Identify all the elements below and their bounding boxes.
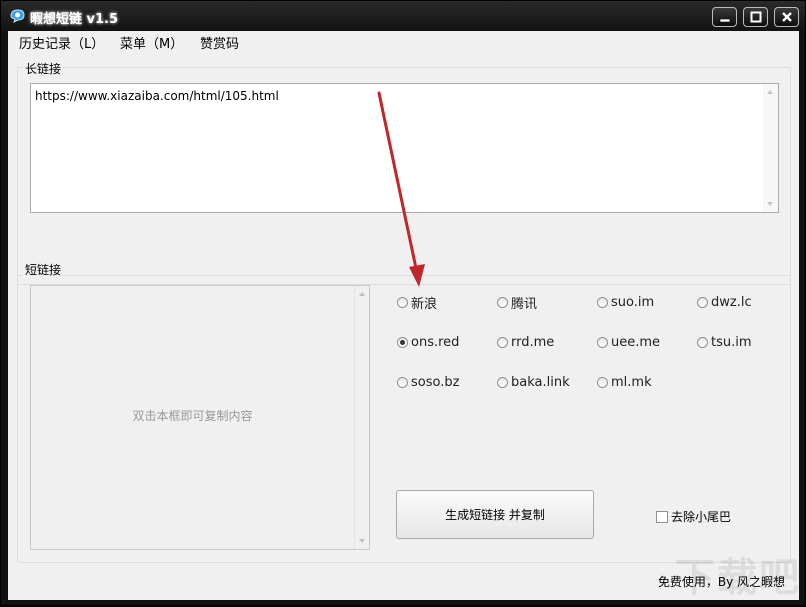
menu-donate[interactable]: 赞赏码 (200, 33, 239, 52)
menu-main[interactable]: 菜单（M） (120, 33, 183, 52)
radio-icon (497, 336, 508, 348)
scroll-up-icon[interactable] (359, 292, 365, 296)
radio-service-dwz-lc[interactable]: dwz.lc (697, 294, 752, 310)
checkbox-icon (656, 510, 668, 523)
radio-service-ons-red[interactable]: ons.red (397, 334, 459, 350)
long-link-value: https://www.xiazaiba.com/html/105.html (35, 89, 279, 103)
radio-label: baka.link (511, 374, 570, 390)
radio-service-uee-me[interactable]: uee.me (597, 334, 660, 350)
radio-service-baka-link[interactable]: baka.link (497, 374, 570, 390)
minimize-icon (719, 18, 730, 23)
app-logo-icon (10, 9, 25, 23)
generate-copy-button[interactable]: 生成短链接 并复制 (396, 490, 594, 539)
radio-selected-icon (397, 336, 408, 348)
scroll-up-icon[interactable] (767, 90, 773, 94)
radio-service-suo-im[interactable]: suo.im (597, 294, 654, 310)
maximize-button[interactable] (743, 7, 768, 27)
long-link-input[interactable]: https://www.xiazaiba.com/html/105.html (30, 83, 779, 213)
short-link-output[interactable]: 双击本框即可复制内容 (30, 285, 370, 550)
radio-icon (597, 296, 608, 308)
radio-label: suo.im (611, 294, 655, 310)
radio-icon (497, 376, 508, 388)
radio-service-tencent[interactable]: 腾讯 (497, 294, 538, 312)
title-bar[interactable]: 暇想短链 v1.5 (1, 1, 805, 31)
menu-history[interactable]: 历史记录（L） (19, 33, 104, 52)
radio-service-soso-bz[interactable]: soso.bz (397, 374, 459, 390)
radio-label: soso.bz (411, 374, 460, 390)
radio-label: 腾讯 (511, 296, 538, 312)
minimize-button[interactable] (712, 7, 737, 27)
client-area: 历史记录（L） 菜单（M） 赞赏码 长链接 https://www.xiazai… (8, 31, 799, 600)
radio-label: rrd.me (511, 334, 555, 350)
radio-icon (497, 296, 508, 308)
scroll-down-icon[interactable] (359, 539, 365, 543)
radio-service-rrd-me[interactable]: rrd.me (497, 334, 554, 350)
radio-icon (697, 336, 708, 348)
radio-label: uee.me (611, 334, 661, 350)
radio-icon (397, 376, 408, 388)
scroll-down-icon[interactable] (767, 202, 773, 206)
radio-label: dwz.lc (711, 294, 752, 310)
radio-icon (597, 336, 608, 348)
radio-icon (397, 296, 408, 308)
short-link-hint: 双击本框即可复制内容 (132, 409, 253, 423)
maximize-icon (750, 11, 761, 23)
short-link-label: 短链接 (23, 261, 64, 278)
radio-label: ons.red (411, 334, 460, 350)
watermark: 下载吧 (675, 555, 801, 601)
radio-icon (697, 296, 708, 308)
app-window: 暇想短链 v1.5 历史记录（L） 菜单（M） 赞赏码 长链接 https://… (0, 0, 806, 606)
menu-bar: 历史记录（L） 菜单（M） 赞赏码 (8, 31, 799, 52)
long-link-label: 长链接 (23, 60, 64, 77)
short-link-scrollbar[interactable] (354, 286, 369, 549)
window-title: 暇想短链 v1.5 (30, 12, 119, 27)
close-button[interactable] (774, 7, 799, 27)
remove-tail-label: 去除小尾巴 (671, 510, 732, 524)
close-icon (781, 12, 792, 22)
remove-tail-checkbox[interactable]: 去除小尾巴 (656, 508, 731, 525)
radio-icon (597, 376, 608, 388)
radio-service-sina[interactable]: 新浪 (397, 294, 438, 312)
radio-label: 新浪 (411, 296, 438, 312)
radio-service-tsu-im[interactable]: tsu.im (697, 334, 752, 350)
radio-service-ml-mk[interactable]: ml.mk (597, 374, 652, 390)
long-link-scrollbar[interactable] (763, 84, 778, 212)
radio-label: tsu.im (711, 334, 752, 350)
radio-label: ml.mk (611, 374, 652, 390)
